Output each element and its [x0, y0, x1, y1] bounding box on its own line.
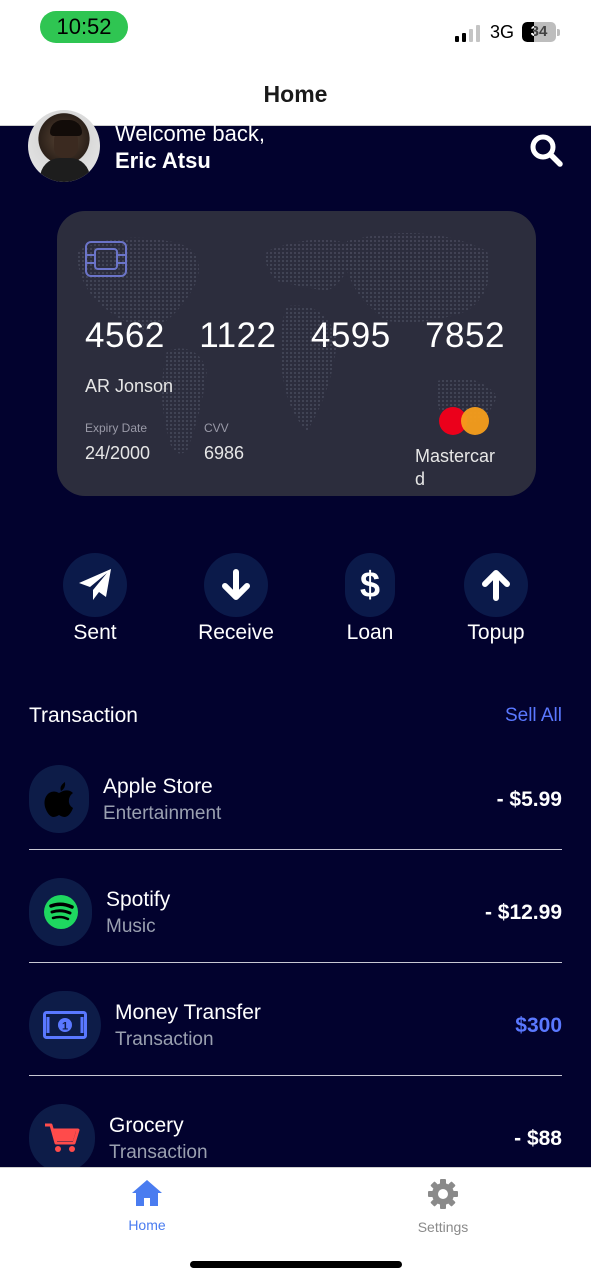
topup-button[interactable]: Topup — [436, 553, 556, 645]
sent-label: Sent — [73, 621, 117, 644]
card-number-group: 7852 — [425, 316, 505, 355]
card-holder-name: AR Jonson — [85, 376, 174, 396]
dollar-icon: $ — [359, 564, 381, 605]
card-number-group: 4562 — [85, 316, 165, 355]
transaction-category: Entertainment — [103, 803, 222, 824]
avatar[interactable] — [28, 110, 100, 182]
home-indicator — [190, 1261, 402, 1268]
status-bar: 10:52 3G 34 — [0, 0, 591, 62]
transaction-amount: $300 — [515, 1014, 562, 1037]
svg-text:1: 1 — [62, 1021, 68, 1033]
cvv-value: 6986 — [204, 443, 245, 463]
tab-settings-label: Settings — [417, 1219, 469, 1235]
sent-button[interactable]: Sent — [35, 553, 155, 645]
card-chip-icon — [85, 241, 127, 277]
home-icon — [132, 1180, 162, 1206]
arrow-up-icon — [482, 570, 510, 601]
signal-icon — [455, 25, 480, 42]
transaction-name: Grocery — [109, 1114, 184, 1137]
transaction-category: Transaction — [115, 1029, 214, 1050]
spotify-icon — [29, 878, 92, 946]
user-name: Eric Atsu — [115, 148, 211, 173]
transaction-amount: - $88 — [514, 1127, 562, 1150]
arrow-down-icon — [222, 569, 250, 600]
tab-settings[interactable]: Settings — [383, 1178, 503, 1235]
transaction-name: Apple Store — [103, 775, 213, 798]
receive-label: Receive — [198, 621, 274, 644]
loan-button[interactable]: $ Loan — [310, 553, 430, 645]
gear-icon — [428, 1179, 458, 1209]
receive-button[interactable]: Receive — [176, 553, 296, 645]
battery-level: 34 — [530, 23, 548, 40]
nav-header: Home — [0, 62, 591, 126]
search-icon[interactable] — [528, 132, 564, 168]
cart-icon — [29, 1104, 95, 1167]
card-number: 4562 1122 4595 7852 — [85, 316, 505, 356]
transaction-amount: - $5.99 — [496, 788, 562, 811]
loan-label: Loan — [346, 621, 394, 644]
cvv-label: CVV — [204, 421, 229, 435]
tab-home[interactable]: Home — [87, 1178, 207, 1233]
bank-card[interactable]: 4562 1122 4595 7852 AR Jonson Expiry Dat… — [57, 211, 536, 496]
transaction-category: Music — [106, 916, 156, 937]
transactions-title: Transaction — [29, 704, 138, 727]
card-brand: Mastercard — [415, 446, 496, 489]
see-all-link[interactable]: Sell All — [490, 705, 562, 727]
welcome-greeting: Welcome back, — [115, 121, 265, 146]
transaction-amount: - $12.99 — [484, 901, 562, 924]
transaction-row[interactable]: 1 Money Transfer Transaction $300 — [29, 963, 562, 1076]
transaction-category: Transaction — [109, 1142, 208, 1163]
battery-icon: 34 — [522, 22, 560, 42]
apple-icon — [29, 765, 89, 833]
banknote-icon: 1 — [29, 991, 101, 1059]
tab-home-label: Home — [128, 1217, 166, 1233]
paper-plane-icon — [79, 569, 111, 600]
status-time: 10:52 — [40, 11, 128, 43]
network-type: 3G — [490, 22, 515, 42]
transaction-row[interactable]: Spotify Music - $12.99 — [29, 850, 562, 963]
transaction-name: Spotify — [106, 888, 171, 911]
transaction-row[interactable]: Apple Store Entertainment - $5.99 — [29, 737, 562, 850]
topup-label: Topup — [467, 621, 525, 644]
transaction-row[interactable]: Grocery Transaction - $88 — [29, 1076, 562, 1167]
expiry-value: 24/2000 — [85, 443, 151, 463]
transaction-name: Money Transfer — [115, 1001, 261, 1024]
page-title: Home — [263, 81, 328, 107]
mastercard-logo-icon — [439, 407, 489, 435]
expiry-label: Expiry Date — [85, 421, 148, 435]
card-number-group: 4595 — [310, 316, 391, 355]
card-number-group: 1122 — [199, 316, 277, 355]
